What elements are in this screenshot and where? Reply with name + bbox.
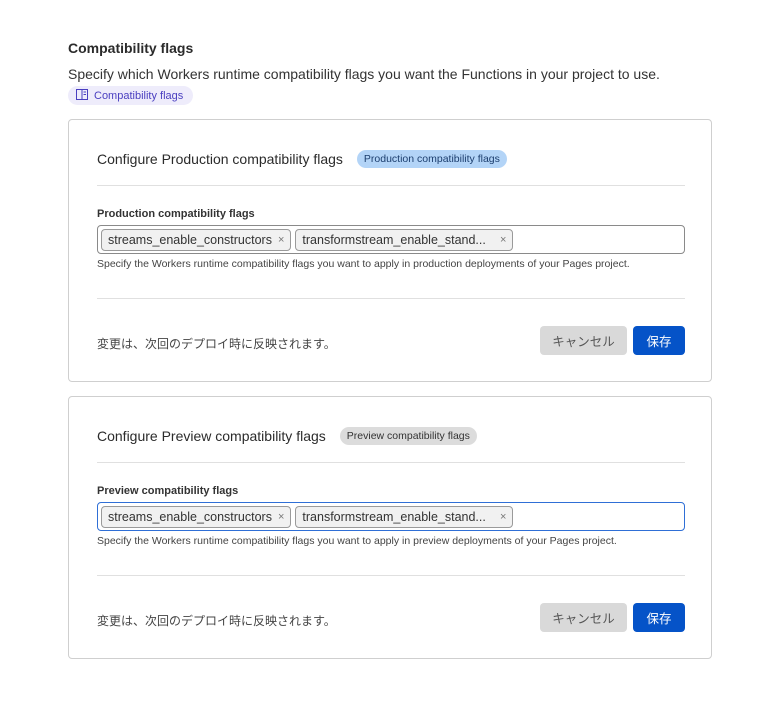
- tag-label: streams_enable_constructors: [108, 232, 272, 247]
- docs-link-label: Compatibility flags: [94, 89, 184, 102]
- flag-tag: transformstream_enable_stand... ×: [295, 228, 514, 251]
- footer-note: 変更は、次回のデプロイ時に反映されます。: [97, 337, 336, 351]
- remove-tag-icon[interactable]: ×: [500, 511, 506, 523]
- tag-label: transformstream_enable_stand...: [302, 232, 486, 247]
- field-label: Production compatibility flags: [97, 208, 255, 220]
- field-label: Preview compatibility flags: [97, 485, 239, 497]
- card-title: Configure Production compatibility flags: [97, 151, 343, 167]
- divider: [97, 462, 685, 463]
- docs-link-compatibility-flags[interactable]: Compatibility flags: [68, 86, 193, 105]
- flag-tag: transformstream_enable_stand... ×: [295, 505, 514, 528]
- production-badge: Production compatibility flags: [356, 150, 507, 168]
- preview-flags-card: Configure Preview compatibility flags Pre…: [68, 396, 712, 659]
- divider: [97, 575, 685, 576]
- remove-tag-icon[interactable]: ×: [278, 234, 284, 246]
- production-flags-card: Configure Production compatibility flags…: [68, 119, 712, 382]
- divider: [97, 185, 685, 186]
- cancel-button[interactable]: キャンセル: [540, 326, 627, 355]
- section-description: Specify which Workers runtime compatibil…: [68, 66, 660, 82]
- footer-note: 変更は、次回のデプロイ時に反映されます。: [97, 614, 336, 628]
- remove-tag-icon[interactable]: ×: [500, 234, 506, 246]
- field-help: Specify the Workers runtime compatibilit…: [97, 258, 630, 270]
- save-button[interactable]: 保存: [633, 326, 685, 355]
- preview-badge: Preview compatibility flags: [339, 427, 477, 445]
- save-button[interactable]: 保存: [633, 603, 685, 632]
- production-flags-input[interactable]: streams_enable_constructors × transformst…: [97, 225, 685, 254]
- card-title: Configure Preview compatibility flags: [97, 428, 326, 444]
- flag-tag: streams_enable_constructors ×: [101, 228, 292, 251]
- tag-label: transformstream_enable_stand...: [302, 509, 486, 524]
- book-icon: [76, 88, 88, 103]
- flag-tag: streams_enable_constructors ×: [101, 505, 292, 528]
- cancel-button[interactable]: キャンセル: [540, 603, 627, 632]
- remove-tag-icon[interactable]: ×: [278, 511, 284, 523]
- field-help: Specify the Workers runtime compatibilit…: [97, 535, 617, 547]
- divider: [97, 298, 685, 299]
- section-title: Compatibility flags: [68, 40, 194, 56]
- preview-flags-input[interactable]: streams_enable_constructors × transformst…: [97, 502, 685, 531]
- tag-label: streams_enable_constructors: [108, 509, 272, 524]
